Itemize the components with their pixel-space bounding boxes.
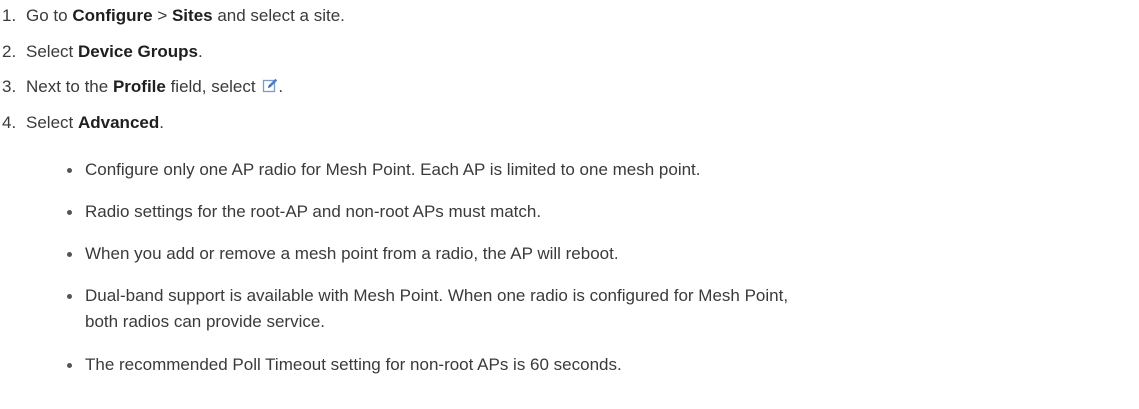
bullet-dot [67, 363, 72, 368]
bullet-text: The recommended Poll Timeout setting for… [85, 355, 622, 374]
menu-advanced: Advanced [77, 113, 160, 132]
field-profile: Profile [112, 77, 166, 96]
step-text: . [159, 113, 164, 132]
bullet-text: Configure only one AP radio for Mesh Poi… [85, 160, 701, 179]
step-number: 2. [2, 42, 17, 61]
step-number: 3. [2, 77, 17, 96]
bullet-text: Dual-band support is available with Mesh… [85, 286, 789, 305]
menu-configure: Configure [72, 6, 153, 25]
menu-device-groups: Device Groups [77, 42, 198, 61]
step-number: 4. [2, 113, 17, 132]
edit-icon [262, 78, 278, 100]
step-4: 4. Select Advanced. [0, 112, 164, 134]
step-1: 1. Go to Configure > Sites and select a s… [0, 5, 345, 27]
step-text: Select [26, 113, 78, 132]
bullet-dot [67, 252, 72, 257]
bullet-dot [67, 294, 72, 299]
step-text: Go to [26, 6, 73, 25]
step-text: . [278, 77, 284, 96]
bullet-text: both radios can provide service. [85, 312, 326, 331]
bullet-dot [67, 210, 72, 215]
step-text: Next to the [26, 77, 113, 96]
step-text: . [197, 42, 203, 61]
step-text: and select a site. [212, 6, 345, 25]
step-2: 2. Select Device Groups. [0, 41, 203, 63]
step-separator: > [152, 6, 172, 25]
step-number: 1. [2, 6, 17, 25]
procedure-document: 1. Go to Configure > Sites and select a s… [0, 0, 1139, 409]
bullet-text: When you add or remove a mesh point from… [85, 244, 619, 263]
step-3: 3. Next to the Profile field, select . [0, 76, 283, 100]
step-text: Select [26, 42, 78, 61]
menu-sites: Sites [171, 6, 213, 25]
bullet-text: Radio settings for the root-AP and non-r… [85, 202, 542, 221]
step-text: field, select [165, 77, 261, 96]
bullet-dot [67, 168, 72, 173]
